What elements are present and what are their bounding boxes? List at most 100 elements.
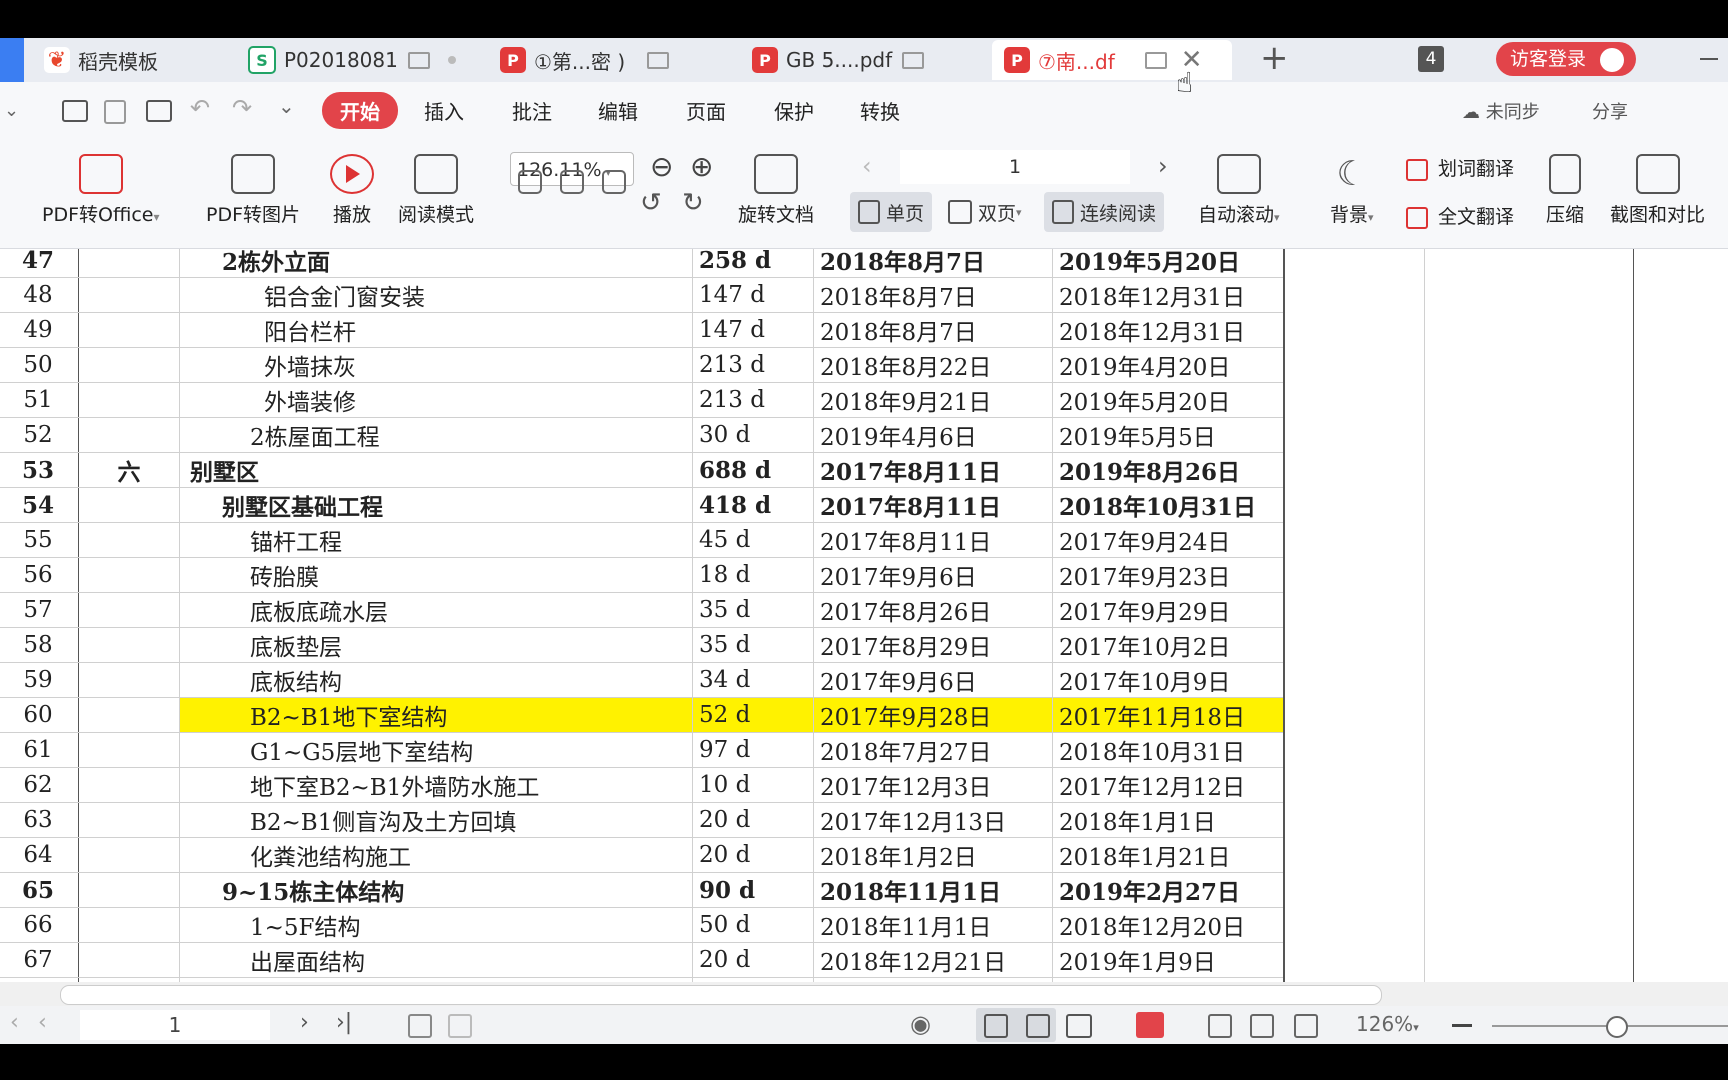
- zoom-in-icon[interactable]: ⊕: [690, 150, 713, 183]
- continuous-read-button[interactable]: 连续阅读: [1044, 192, 1165, 232]
- sync-button[interactable]: ☁ 未同步: [1462, 98, 1540, 124]
- tool-label: 截图和对比: [1610, 204, 1706, 226]
- rotate-doc-button[interactable]: 旋转文档: [738, 154, 814, 227]
- category-cell: [78, 907, 180, 943]
- end-date-cell: 2019年4月20日: [1052, 347, 1285, 383]
- open-folder-icon[interactable]: [62, 100, 88, 122]
- share-button[interactable]: 分享: [1592, 98, 1628, 124]
- menu-chevron-icon[interactable]: ⌄: [4, 100, 19, 121]
- play-status-icon[interactable]: [1136, 1012, 1164, 1038]
- menu-start[interactable]: 开始: [322, 92, 398, 129]
- empty-cell: [1284, 312, 1425, 348]
- home-tab-edge[interactable]: [0, 38, 24, 82]
- menu-edit[interactable]: 编辑: [598, 96, 638, 125]
- empty-cell: [1284, 382, 1425, 418]
- prev-page-status-icon[interactable]: ‹: [38, 1010, 47, 1035]
- minimize-icon[interactable]: [1700, 58, 1718, 60]
- empty-cell: [1284, 347, 1425, 383]
- empty-cell: [1284, 277, 1425, 313]
- single-page-button[interactable]: 单页: [850, 192, 933, 232]
- pdf-to-office-button[interactable]: PDF转Office▾: [42, 154, 160, 227]
- read-mode-button[interactable]: 阅读模式: [398, 154, 474, 227]
- menu-convert[interactable]: 转换: [860, 96, 900, 125]
- end-date-cell: 2018年12月31日: [1052, 312, 1285, 348]
- double-status-icon[interactable]: [1066, 1014, 1092, 1038]
- undo-icon[interactable]: ↶: [190, 94, 210, 122]
- auto-scroll-button[interactable]: 自动滚动▾: [1198, 154, 1280, 227]
- back-icon[interactable]: [408, 1014, 432, 1038]
- empty-cell: [1284, 417, 1425, 453]
- end-date-cell: 2017年12月12日: [1052, 767, 1285, 803]
- tab-pdf-1[interactable]: P ①第...密 ): [500, 40, 690, 80]
- rotate-right-icon[interactable]: ↻: [682, 188, 704, 218]
- tool-label: PDF转Office: [42, 204, 154, 226]
- eye-protection-icon[interactable]: ◉: [910, 1010, 931, 1038]
- empty-cell: [1284, 452, 1425, 488]
- tool-label: 背景: [1330, 204, 1369, 226]
- play-button[interactable]: 播放: [330, 154, 374, 227]
- menu-page[interactable]: 页面: [686, 96, 726, 125]
- next-page-status-icon[interactable]: ›: [300, 1010, 309, 1035]
- print-icon[interactable]: [146, 100, 172, 122]
- empty-cell: [1284, 557, 1425, 593]
- tab-pdf-active[interactable]: P ⑦南...df ✕: [992, 40, 1232, 80]
- spreadsheet-icon: S: [248, 46, 276, 74]
- actual-size-icon[interactable]: [518, 170, 542, 194]
- first-page-icon[interactable]: ‹: [10, 1010, 19, 1035]
- continuous-status-icon[interactable]: [984, 1014, 1008, 1038]
- full-translate-button[interactable]: 全文翻译: [1406, 202, 1514, 229]
- empty-cell: [1284, 697, 1425, 733]
- start-date-cell: 2017年9月6日: [813, 557, 1053, 593]
- last-page-icon[interactable]: ›|: [336, 1010, 352, 1035]
- prev-page-icon[interactable]: ‹: [862, 152, 872, 180]
- tab-pdf-2[interactable]: P GB 5....pdf: [752, 40, 932, 80]
- next-page-icon[interactable]: ›: [1158, 152, 1168, 180]
- save-icon[interactable]: [104, 100, 126, 124]
- end-date-cell: 2019年5月5日: [1052, 417, 1285, 453]
- double-page-button[interactable]: 双页 ▾: [940, 192, 1030, 232]
- unsaved-dot-icon: [447, 56, 456, 64]
- scrollbar-thumb[interactable]: [60, 985, 1382, 1005]
- word-translate-button[interactable]: 划词翻译: [1406, 154, 1514, 181]
- single-status-icon[interactable]: [1026, 1014, 1050, 1038]
- task-name-cell: 阳台栏杆: [179, 312, 693, 348]
- start-date-cell: 2018年9月21日: [813, 382, 1053, 418]
- status-page-input[interactable]: 1: [80, 1010, 270, 1040]
- redo-icon[interactable]: ↷: [232, 94, 252, 122]
- actual-size-status-icon[interactable]: [1208, 1014, 1232, 1038]
- page-number-input[interactable]: 1: [900, 150, 1130, 184]
- login-label: 访客登录: [1510, 48, 1587, 70]
- tab-spreadsheet[interactable]: S P02018081: [248, 40, 468, 80]
- fit-page-status-icon[interactable]: [1250, 1014, 1274, 1038]
- new-tab-plus-icon[interactable]: +: [1260, 38, 1289, 78]
- horizontal-scrollbar[interactable]: [0, 982, 1728, 1006]
- category-cell: [78, 697, 180, 733]
- tab-count-badge[interactable]: 4: [1418, 46, 1444, 72]
- more-chevron-icon[interactable]: ⌄: [278, 94, 295, 118]
- forward-icon[interactable]: [448, 1014, 472, 1038]
- background-button[interactable]: ☾ 背景▾: [1330, 154, 1374, 227]
- zoom-out-status-icon[interactable]: [1452, 1024, 1472, 1027]
- menu-insert[interactable]: 插入: [424, 96, 464, 125]
- screenshot-compare-button[interactable]: 截图和对比: [1610, 154, 1705, 227]
- tab-daoke[interactable]: ❦ 稻壳模板: [44, 40, 224, 80]
- bottom-black-bar: [0, 1044, 1728, 1080]
- table-row: 51 外墙装修 213 d 2018年9月21日 2019年5月20日: [0, 382, 1634, 418]
- fit-page-icon[interactable]: [560, 170, 584, 194]
- zoom-status-select[interactable]: 126%▾: [1356, 1012, 1419, 1036]
- compress-button[interactable]: 压缩: [1546, 154, 1584, 227]
- login-button[interactable]: 访客登录: [1496, 42, 1636, 76]
- zoom-out-icon[interactable]: ⊖: [650, 150, 673, 183]
- fit-width-status-icon[interactable]: [1294, 1014, 1318, 1038]
- zoom-slider-thumb[interactable]: [1606, 1016, 1628, 1038]
- rotate-left-icon[interactable]: ↺: [640, 188, 662, 218]
- menu-annotate[interactable]: 批注: [512, 96, 552, 125]
- row-number: 59: [0, 662, 79, 698]
- menu-protect[interactable]: 保护: [774, 96, 814, 125]
- tool-label: 自动滚动: [1198, 204, 1275, 226]
- read-mode-icon: [414, 154, 458, 194]
- document-view[interactable]: 47 2栋外立面 258 d 2018年8月7日 2019年5月20日 48 铝合金门窗安装…: [0, 249, 1728, 982]
- fit-width-icon[interactable]: [602, 170, 626, 194]
- pdf-to-image-button[interactable]: PDF转图片: [206, 154, 300, 227]
- row-number: 57: [0, 592, 79, 628]
